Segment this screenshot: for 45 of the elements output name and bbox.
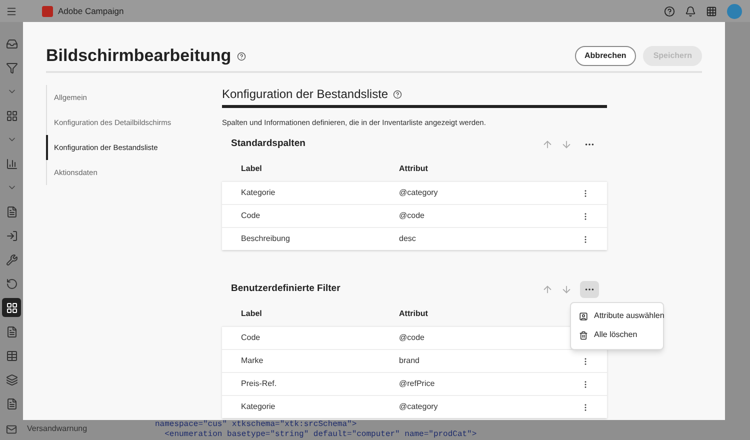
table-cell: @category [399, 187, 438, 200]
product-name: Adobe Campaign [58, 4, 124, 18]
notification-icon[interactable] [685, 6, 696, 16]
table-cell-text: Beschreibung [241, 233, 291, 246]
column-header: Attribut [399, 308, 428, 320]
table-cell-text: Code [241, 210, 262, 222]
table-cell: @code [399, 332, 424, 344]
table-cell-text: Kategorie [241, 187, 276, 200]
column-header: Attribut [399, 162, 428, 175]
rail-icon[interactable] [2, 298, 21, 317]
dialog-button[interactable]: Abbrechen [574, 46, 636, 66]
table-cell-text: Kategorie [241, 401, 276, 414]
logo-icon [42, 6, 53, 16]
table-cell: brand [399, 355, 420, 368]
dialog-title: Bildschirmbearbeitung [46, 45, 232, 68]
section-title: Benutzerdefinierte Filter [231, 282, 340, 296]
more-button[interactable] [580, 280, 599, 298]
attribute-icon [579, 312, 588, 321]
help-icon[interactable] [237, 52, 246, 60]
column-header: Label [241, 308, 263, 320]
table-cell: @code [399, 210, 424, 222]
sidebar-item[interactable]: Versandwarnung [27, 423, 88, 435]
trash-icon [579, 330, 588, 340]
column-header: Label [241, 162, 263, 175]
move-down-icon[interactable] [561, 138, 572, 150]
code-line: namespace="cus" xtkschema="xtk:srcSchema"> [155, 420, 358, 430]
mail-icon[interactable] [6, 424, 17, 434]
menu-icon[interactable] [6, 6, 17, 16]
section-title: Standardspalten [231, 137, 306, 152]
help-icon[interactable] [393, 90, 402, 98]
help-icon[interactable] [664, 6, 675, 16]
table-cell-text: Marke [241, 355, 264, 368]
table-cell: @category [399, 401, 438, 414]
move-down-icon[interactable] [561, 284, 572, 295]
table-cell: desc [399, 233, 416, 246]
menu-item[interactable]: Alle löschen [571, 326, 663, 345]
move-up-icon[interactable] [542, 284, 553, 295]
table-cell: @refPrice [399, 378, 435, 390]
menu-item[interactable]: Attribute auswählen [571, 306, 663, 326]
table-cell-text: Preis-Ref. [241, 378, 278, 390]
apps-icon[interactable] [706, 6, 717, 16]
table-cell-text: Code [241, 332, 262, 344]
code-line: <enumeration basetype="string" default="computer" name="prodCat"> [164, 430, 477, 440]
move-up-icon[interactable] [542, 138, 553, 150]
section-heading: Konfiguration der Bestandsliste [222, 86, 388, 103]
